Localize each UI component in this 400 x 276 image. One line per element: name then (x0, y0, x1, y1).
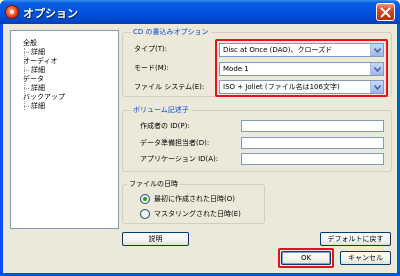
application-id-label: アプリケーション ID(A): (140, 155, 219, 163)
restore-defaults-button[interactable]: デフォルトに戻す (320, 232, 391, 246)
disc-burner-icon (5, 5, 19, 19)
tree-connector (24, 88, 29, 89)
file-system-label: ファイル システム(E): (134, 83, 205, 91)
write-mode-label: モード(M): (134, 64, 169, 72)
tree-item-audio-detail[interactable]: 詳細 (31, 66, 45, 75)
tree-connector (24, 52, 29, 53)
highlight-box (278, 248, 334, 268)
tree-connector (24, 106, 29, 107)
options-dialog: オプション 全般 詳細 オーディオ 詳細 データ 詳細 バックアップ 詳細 CD… (0, 0, 400, 276)
tree-item-data[interactable]: データ (23, 75, 44, 84)
cd-write-options-title: CD の書込みオプション (131, 28, 211, 37)
close-icon (380, 7, 391, 18)
dialog-client-area: 全般 詳細 オーディオ 詳細 データ 詳細 バックアップ 詳細 CD の書込みオ… (3, 24, 397, 273)
tree-item-data-detail[interactable]: 詳細 (31, 84, 45, 93)
data-preparer-field[interactable] (241, 137, 384, 149)
created-date-radio[interactable] (140, 194, 150, 204)
tree-item-backup-detail[interactable]: 詳細 (31, 102, 45, 111)
file-date-title: ファイルの日時 (127, 180, 180, 189)
author-id-label: 作成者の ID(P): (140, 122, 190, 130)
tree-item-audio[interactable]: オーディオ (23, 57, 58, 66)
tree-item-general-detail[interactable]: 詳細 (31, 48, 45, 57)
highlight-box (215, 39, 388, 97)
write-type-label: タイプ(T): (134, 45, 168, 53)
cancel-button[interactable]: キャンセル (340, 251, 391, 265)
volume-descriptor-title: ボリューム記述子 (131, 106, 191, 115)
author-id-field[interactable] (241, 120, 384, 132)
data-preparer-label: データ準備担当者(D): (140, 139, 210, 147)
application-id-field[interactable] (241, 153, 384, 165)
mastered-date-label[interactable]: マスタリングされた日時(E) (154, 210, 241, 219)
tree-item-backup[interactable]: バックアップ (23, 93, 65, 102)
title-bar[interactable]: オプション (0, 0, 400, 24)
close-button[interactable] (376, 3, 395, 21)
created-date-label[interactable]: 最初に作成された日時(O) (154, 195, 235, 204)
tree-item-general[interactable]: 全般 (23, 39, 37, 48)
mastered-date-radio[interactable] (140, 209, 150, 219)
category-tree[interactable]: 全般 詳細 オーディオ 詳細 データ 詳細 バックアップ 詳細 (10, 30, 119, 229)
tree-connector (24, 70, 29, 71)
window-title: オプション (23, 7, 78, 20)
help-button[interactable]: 説明 (122, 232, 189, 246)
